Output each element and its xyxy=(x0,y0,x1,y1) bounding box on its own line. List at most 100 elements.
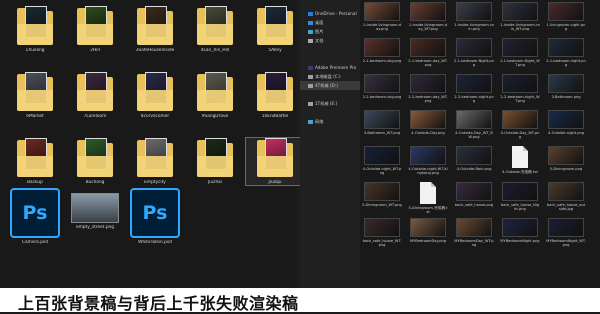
folder-front xyxy=(137,24,173,45)
folder-item[interactable]: 5Alley xyxy=(246,6,304,53)
folder-item[interactable]: 2Hill xyxy=(66,6,124,53)
file-label: 3-Bathroom.png xyxy=(551,95,581,99)
nav-item[interactable] xyxy=(300,108,360,117)
folder-item[interactable]: Emptycity xyxy=(126,138,184,185)
file-label: MYBedroomNight.png xyxy=(500,239,540,243)
image-file-item[interactable]: 3-Bathroom_WT.png xyxy=(362,110,402,140)
image-file-item[interactable]: back_safe_house_Night.png xyxy=(500,182,540,212)
image-file-item[interactable]: 4-Outside-night.png xyxy=(546,110,586,140)
file-label: 1-Inside-livingroom-rain_WT.png xyxy=(500,23,540,32)
file-label: Emptycity xyxy=(144,180,166,185)
folder-front xyxy=(197,24,233,45)
image-file-item[interactable]: 4-Outside-Day.png xyxy=(408,110,448,140)
folder-item[interactable]: 1Xueling xyxy=(6,6,64,53)
image-file-item[interactable]: MYBedroomNight.png xyxy=(500,218,540,248)
image-file-item[interactable]: 1-Inside-livingroom-day_WT.png xyxy=(408,2,448,32)
file-label: 4Lan_Xin_Hill xyxy=(200,48,230,53)
image-file-item[interactable]: empty_street.png xyxy=(66,188,124,230)
image-file-item[interactable]: 2-1-bedroom-Night.png xyxy=(454,38,494,68)
nav-icon xyxy=(308,39,313,43)
folder-item[interactable]: 8corvocomer xyxy=(126,72,184,119)
image-file-item[interactable]: back_safe_house_WT.png xyxy=(362,218,402,248)
folder-item[interactable]: Jiuzhai xyxy=(186,138,244,185)
nav-item[interactable]: Adobe Premiere Pro xyxy=(300,63,360,72)
image-file-item[interactable]: 1-Inside-livingroom-day.png xyxy=(362,2,402,32)
folder-item[interactable]: Jiuzqu xyxy=(245,137,305,186)
folder-item[interactable]: 10EndBattle xyxy=(246,72,304,119)
nav-item[interactable]: 本地磁盘 (C:) xyxy=(300,72,360,81)
file-label: 2-2-bedroom-day.png xyxy=(362,95,402,99)
file-label: 1-Inside-livingroom-day_WT.png xyxy=(408,23,448,32)
nav-icon xyxy=(308,30,313,34)
folder-item[interactable]: 3SafeHouseInside xyxy=(126,6,184,53)
folder-item[interactable]: 6Market xyxy=(6,72,64,119)
image-file-item[interactable]: 2-2-bedroom-night.png xyxy=(454,74,494,104)
image-file-item[interactable]: back_safe_house.png xyxy=(454,182,494,212)
image-file-item[interactable]: 2-1-bedroom-day_WT.png xyxy=(408,38,448,68)
image-thumbnail xyxy=(456,146,492,165)
nav-item[interactable]: 1T机械 (E:) xyxy=(300,99,360,108)
image-file-item[interactable]: 1-livingroom-night.png xyxy=(546,2,586,32)
nav-item-label: 网络 xyxy=(315,119,324,124)
folder-item[interactable]: Backup xyxy=(6,138,64,185)
text-file-icon xyxy=(420,182,436,204)
file-label: Jiuzhai xyxy=(208,180,222,185)
image-file-item[interactable]: MYBedroomNight_WT.png xyxy=(546,218,586,248)
folder-icon xyxy=(77,72,113,112)
image-thumbnail xyxy=(548,2,584,21)
nav-item[interactable]: 桌面 xyxy=(300,18,360,27)
nav-item[interactable]: 网络 xyxy=(300,117,360,126)
image-thumbnail xyxy=(410,146,446,165)
nav-item[interactable] xyxy=(300,0,360,9)
folder-front xyxy=(77,24,113,45)
file-label: 2-1-bedroom-day_WT.png xyxy=(408,59,448,68)
image-file-item[interactable]: 4-Outside-Day_WT.png xyxy=(500,110,540,140)
folder-view-right: 1-Inside-livingroom-day.png 1-Inside-livi… xyxy=(360,0,600,288)
photoshop-icon: Ps xyxy=(10,188,60,238)
image-file-item[interactable]: 2-1-bedroom-Night_WT.png xyxy=(500,38,540,68)
nav-item[interactable] xyxy=(300,54,360,63)
psd-file-item[interactable]: Ps Camera.psd xyxy=(6,188,64,245)
image-file-item[interactable]: 2-2-bedroom-day.png xyxy=(362,74,402,104)
image-file-item[interactable]: 4-Outside-Day_WT_BW.png xyxy=(454,110,494,140)
folder-item[interactable]: Buchong xyxy=(66,138,124,185)
image-file-item[interactable]: 5-Diningroom_WT.png xyxy=(362,182,402,212)
file-label: back_safe_house.png xyxy=(454,203,494,207)
text-file-item[interactable]: 4-Outside-完成稿.txt xyxy=(500,146,540,179)
image-file-item[interactable]: 3-Bathroom.png xyxy=(546,74,586,104)
image-file-item[interactable]: 2-1-bedroom-day.png xyxy=(362,38,402,68)
image-file-item[interactable]: 4-Outside-Rain.png xyxy=(454,146,494,176)
image-file-item[interactable]: 2-1-bedroom-night.png xyxy=(546,38,586,68)
file-label: Backup xyxy=(27,180,43,185)
file-label: 3SafeHouseInside xyxy=(135,48,175,53)
folder-icon xyxy=(257,6,293,46)
image-thumbnail xyxy=(410,2,446,21)
image-file-item[interactable]: 2-2-bedroom-night_WT.png xyxy=(500,74,540,104)
folder-item[interactable]: 4Lan_Xin_Hill xyxy=(186,6,244,53)
file-label: 4-Outside-完成稿.txt xyxy=(502,170,538,174)
image-file-item[interactable]: 4-Outside-night-WT-Xinghong.png xyxy=(408,146,448,176)
file-label: 2-1-bedroom-Night.png xyxy=(454,59,494,68)
folder-icon xyxy=(257,138,293,178)
image-file-item[interactable]: 4-Outside-night_WT.png xyxy=(362,146,402,176)
folder-front xyxy=(77,156,113,177)
image-file-item[interactable]: MYBedroomDay.png xyxy=(408,218,448,248)
text-file-item[interactable]: 5-Diningroom-完成稿.txt xyxy=(408,182,448,215)
psd-file-item[interactable]: Ps WhiteTalkin.psd xyxy=(126,188,184,245)
folder-front xyxy=(257,90,293,111)
nav-item[interactable]: 图片 xyxy=(300,27,360,36)
nav-item[interactable]: OneDrive - Personal xyxy=(300,9,360,18)
folder-item[interactable]: 9SangDrave xyxy=(186,72,244,119)
folder-front xyxy=(17,156,53,177)
image-file-item[interactable]: MYBedroomDay_WT.png xyxy=(454,218,494,248)
image-file-item[interactable]: 1-Inside-livingroom-rain_WT.png xyxy=(500,2,540,32)
image-file-item[interactable]: 5-Diningroom.png xyxy=(546,146,586,176)
image-file-item[interactable]: back_safe_house_outside.jpg xyxy=(546,182,586,212)
nav-item[interactable] xyxy=(300,90,360,99)
nav-item[interactable]: 4T机械 (D:) xyxy=(300,81,360,90)
nav-item[interactable] xyxy=(300,45,360,54)
image-file-item[interactable]: 2-2-bedroom-day_WT.png xyxy=(408,74,448,104)
nav-item[interactable]: 文档 xyxy=(300,36,360,45)
folder-item[interactable]: 7LanRoom xyxy=(66,72,124,119)
image-file-item[interactable]: 1-Inside-livingroom-rain.png xyxy=(454,2,494,32)
